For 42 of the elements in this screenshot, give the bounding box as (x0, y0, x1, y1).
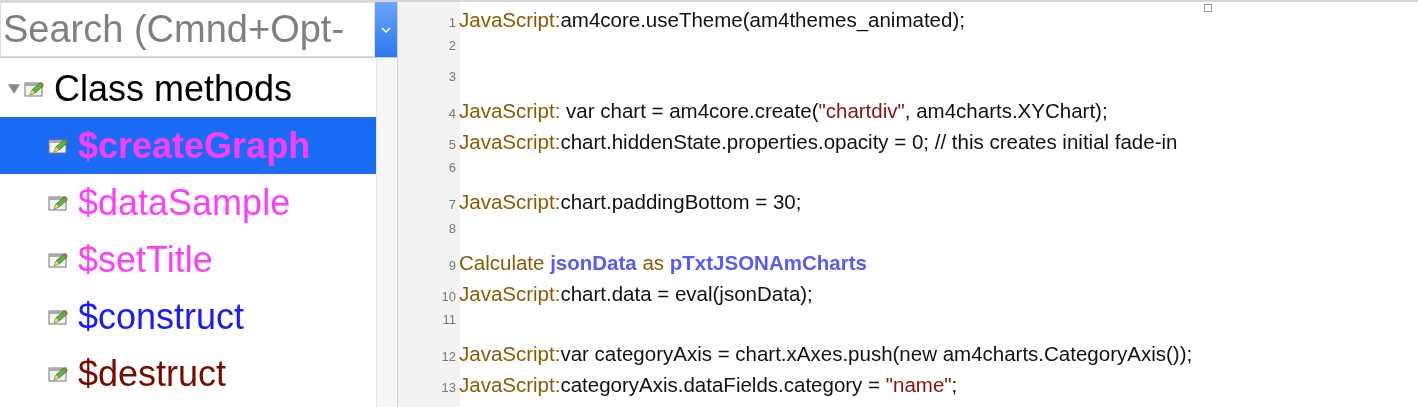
code-line: JavaScript:categoryAxis.dataFields.category = "name"; (459, 372, 958, 397)
line-number: 3 (447, 68, 457, 84)
code-line: JavaScript:var categoryAxis = chart.xAxes.push(new am4charts.CategoryAxis()); (459, 342, 1193, 367)
tree-item-label: Class methods (54, 70, 293, 107)
code-line: JavaScript: var chart = am4core.create("chartdiv", am4charts.XYChart); (459, 99, 1108, 124)
code-line: Calculate jsonData as pTxtJSONAmCharts (459, 251, 867, 276)
line-number: 8 (447, 220, 457, 236)
pencil-form-icon (48, 137, 68, 154)
pencil-form-icon (24, 80, 44, 97)
line-number: 12 (440, 349, 457, 365)
line-number: 11 (441, 311, 457, 327)
line-number: 10 (440, 288, 457, 304)
line-number: 1 (447, 15, 457, 30)
tree-item-label: $construct (78, 298, 245, 335)
pencil-form-icon (48, 365, 68, 382)
line-number: 9 (447, 258, 457, 274)
line-number: 5 (447, 136, 457, 152)
line-number: 4 (447, 106, 457, 122)
line-number: 13 (440, 379, 457, 395)
line-number: 7 (447, 197, 457, 213)
tree-item[interactable]: $construct (0, 288, 376, 345)
resize-handle-icon[interactable] (1204, 4, 1212, 12)
code-line: JavaScript:am4core.useTheme(am4themes_animated); (459, 8, 965, 32)
tree-item[interactable]: Class methods (0, 60, 376, 117)
tree-item-label: $dataSample (78, 184, 291, 221)
chevron-icon (381, 26, 391, 33)
dropdown-button[interactable] (375, 2, 397, 57)
tree-item[interactable]: $destruct (0, 345, 376, 402)
line-number: 2 (447, 38, 457, 54)
code-line: JavaScript:chart.hiddenState.properties.opacity = 0; // this creates initial fade-in (459, 129, 1178, 154)
pencil-form-icon (48, 251, 68, 268)
line-number: 6 (447, 159, 457, 175)
code-line: JavaScript:chart.paddingBottom = 30; (459, 190, 802, 215)
pencil-form-icon (48, 308, 68, 325)
scrollbar[interactable] (376, 58, 397, 407)
search-field[interactable]: Search (Cmnd+Opt- (0, 2, 375, 57)
tree-item-label: $setTitle (78, 241, 213, 278)
disclosure-triangle-icon[interactable] (8, 82, 20, 95)
tree-item-label: $createGraph (78, 127, 311, 164)
pencil-form-icon (48, 194, 68, 211)
code-line: JavaScript:chart.data = eval(jsonData); (459, 281, 813, 306)
tree-item-label: $destruct (78, 355, 227, 392)
